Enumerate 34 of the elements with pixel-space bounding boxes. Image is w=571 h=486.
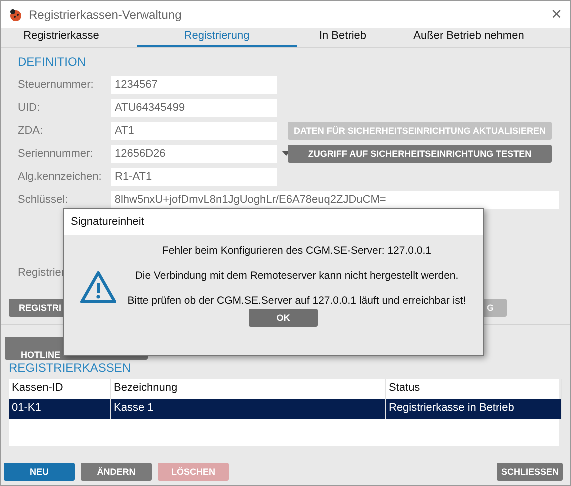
close-button[interactable]: × xyxy=(551,4,562,25)
input-field[interactable]: ATU64345499 xyxy=(111,98,277,116)
input-field[interactable]: AT1 xyxy=(111,122,277,140)
tab[interactable]: Registrierkasse xyxy=(13,28,110,47)
action-button[interactable]: ZUGRIFF AUF SICHERHEITSEINRICHTUNG TESTEN xyxy=(288,144,552,162)
tab[interactable]: Außer Betrieb nehmen xyxy=(389,28,549,47)
footer-button[interactable]: NEU xyxy=(4,463,75,481)
table-cell[interactable]: 01-K1 xyxy=(9,399,111,419)
field-label: UID: xyxy=(18,102,41,114)
table-cell[interactable]: Kasse 1 xyxy=(111,399,386,419)
input-field[interactable]: 8lhw5nxU+jofDmvL8n1JgUoghLr/E6A78euq2ZJDuCM= xyxy=(110,190,559,208)
window-title: Registrierkassen-Verwaltung xyxy=(29,8,183,22)
close-button[interactable]: SCHLIESSEN xyxy=(497,463,563,481)
warning-icon xyxy=(80,271,117,305)
section-heading: DEFINITION xyxy=(18,54,87,70)
field-label: Schlüssel: xyxy=(18,194,70,206)
field-label: Registrier xyxy=(18,267,66,279)
dialog-message: Bitte prüfen ob der CGM.SE.Server auf 127.0.0.1 läuft und erreichbar ist! xyxy=(128,295,466,307)
table-cell[interactable]: Registrierkasse in Betrieb xyxy=(386,399,562,419)
section-heading: REGISTRIERKASSEN xyxy=(9,360,132,376)
ladybug-icon xyxy=(9,8,23,22)
dialog-message: Die Verbindung mit dem Remoteserver kann nicht hergestellt werden. xyxy=(135,270,459,282)
input-field[interactable]: 1234567 xyxy=(111,76,277,94)
tab[interactable]: Registrierung xyxy=(137,28,297,47)
dialog-title: Signatureinheit xyxy=(71,216,144,228)
dialog-message: Fehler beim Konfigurieren des CGM.SE-Server: 127.0.0.1 xyxy=(162,245,432,257)
footer-button[interactable]: ÄNDERN xyxy=(81,463,152,481)
input-field[interactable]: R1-AT1 xyxy=(111,168,277,186)
ok-button[interactable]: OK xyxy=(249,309,318,327)
tab[interactable]: In Betrieb xyxy=(297,28,389,47)
field-label: Alg.kennzeichen: xyxy=(18,170,103,182)
field-label: ZDA: xyxy=(18,124,44,136)
field-label: Steuernummer: xyxy=(18,78,95,90)
field-label: Seriennummer: xyxy=(18,148,94,160)
